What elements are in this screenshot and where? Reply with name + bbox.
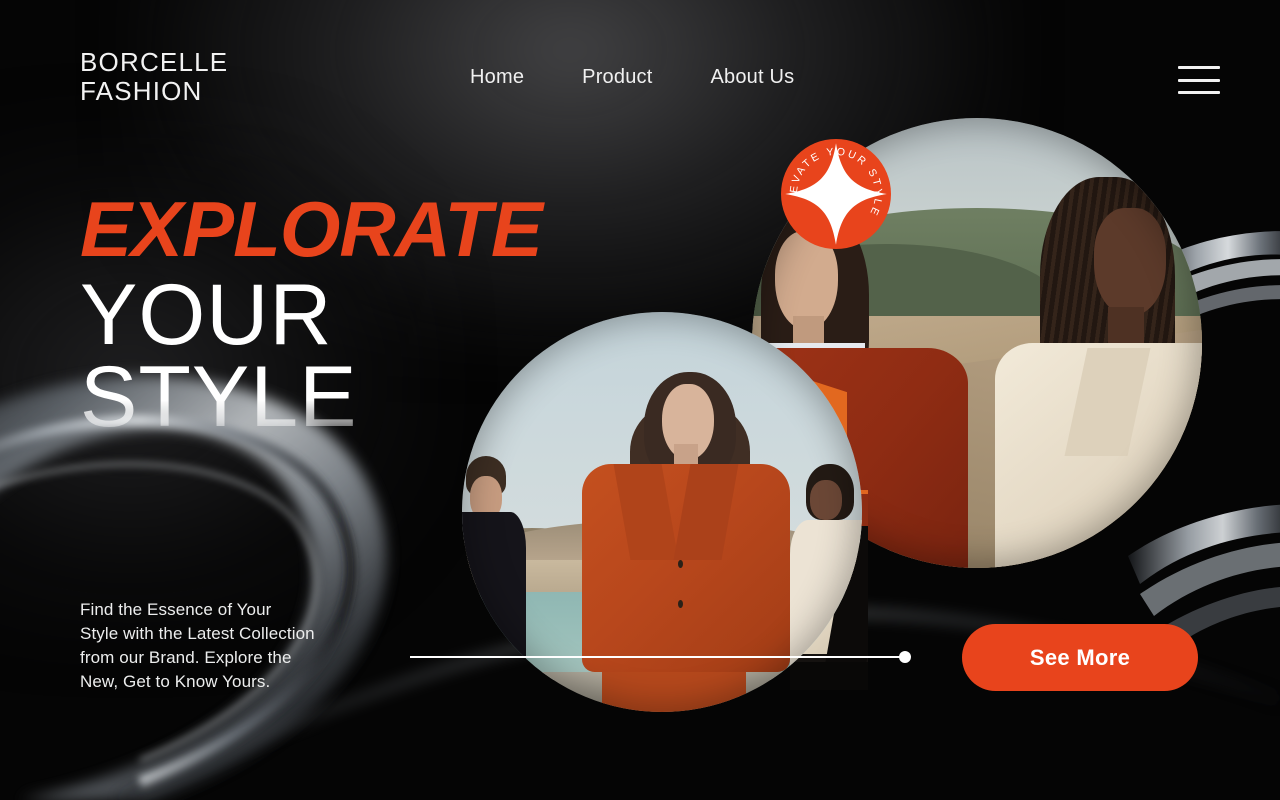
elevate-your-style-badge[interactable]: ELEVATE YOUR STYLE: [781, 139, 891, 249]
model-b-neck: [1107, 307, 1144, 348]
background-glow-left: [0, 120, 440, 640]
four-point-star-icon: [785, 143, 887, 245]
main-navigation: Home Product About Us: [470, 66, 794, 89]
blazer-button: [678, 600, 683, 608]
model-left-blazer: [462, 512, 526, 712]
hamburger-bar: [1178, 66, 1220, 69]
blazer-button: [678, 560, 683, 568]
carousel-progress-slider[interactable]: [410, 650, 911, 664]
see-more-button[interactable]: See More: [962, 624, 1198, 691]
site-header: BORCELLE FASHION Home Product About Us: [0, 0, 1280, 140]
headline-line-explorate: EXPLORATE: [80, 185, 543, 273]
hero-page: BORCELLE FASHION Home Product About Us E…: [0, 0, 1280, 800]
nav-item-about-us[interactable]: About Us: [710, 66, 794, 89]
slider-track: [410, 656, 910, 658]
model-right-face: [810, 480, 842, 520]
hamburger-bar: [1178, 91, 1220, 94]
hero-description: Find the Essence of Your Style with the …: [80, 600, 315, 692]
hamburger-menu-icon[interactable]: [1178, 66, 1220, 94]
brand-logo[interactable]: BORCELLE FASHION: [80, 47, 228, 106]
nav-item-home[interactable]: Home: [470, 66, 524, 89]
slider-knob[interactable]: [899, 651, 911, 663]
nav-item-product[interactable]: Product: [582, 66, 652, 89]
hamburger-bar: [1178, 78, 1220, 82]
model-right-blazer: [790, 520, 862, 712]
model-b-face: [1094, 208, 1166, 316]
